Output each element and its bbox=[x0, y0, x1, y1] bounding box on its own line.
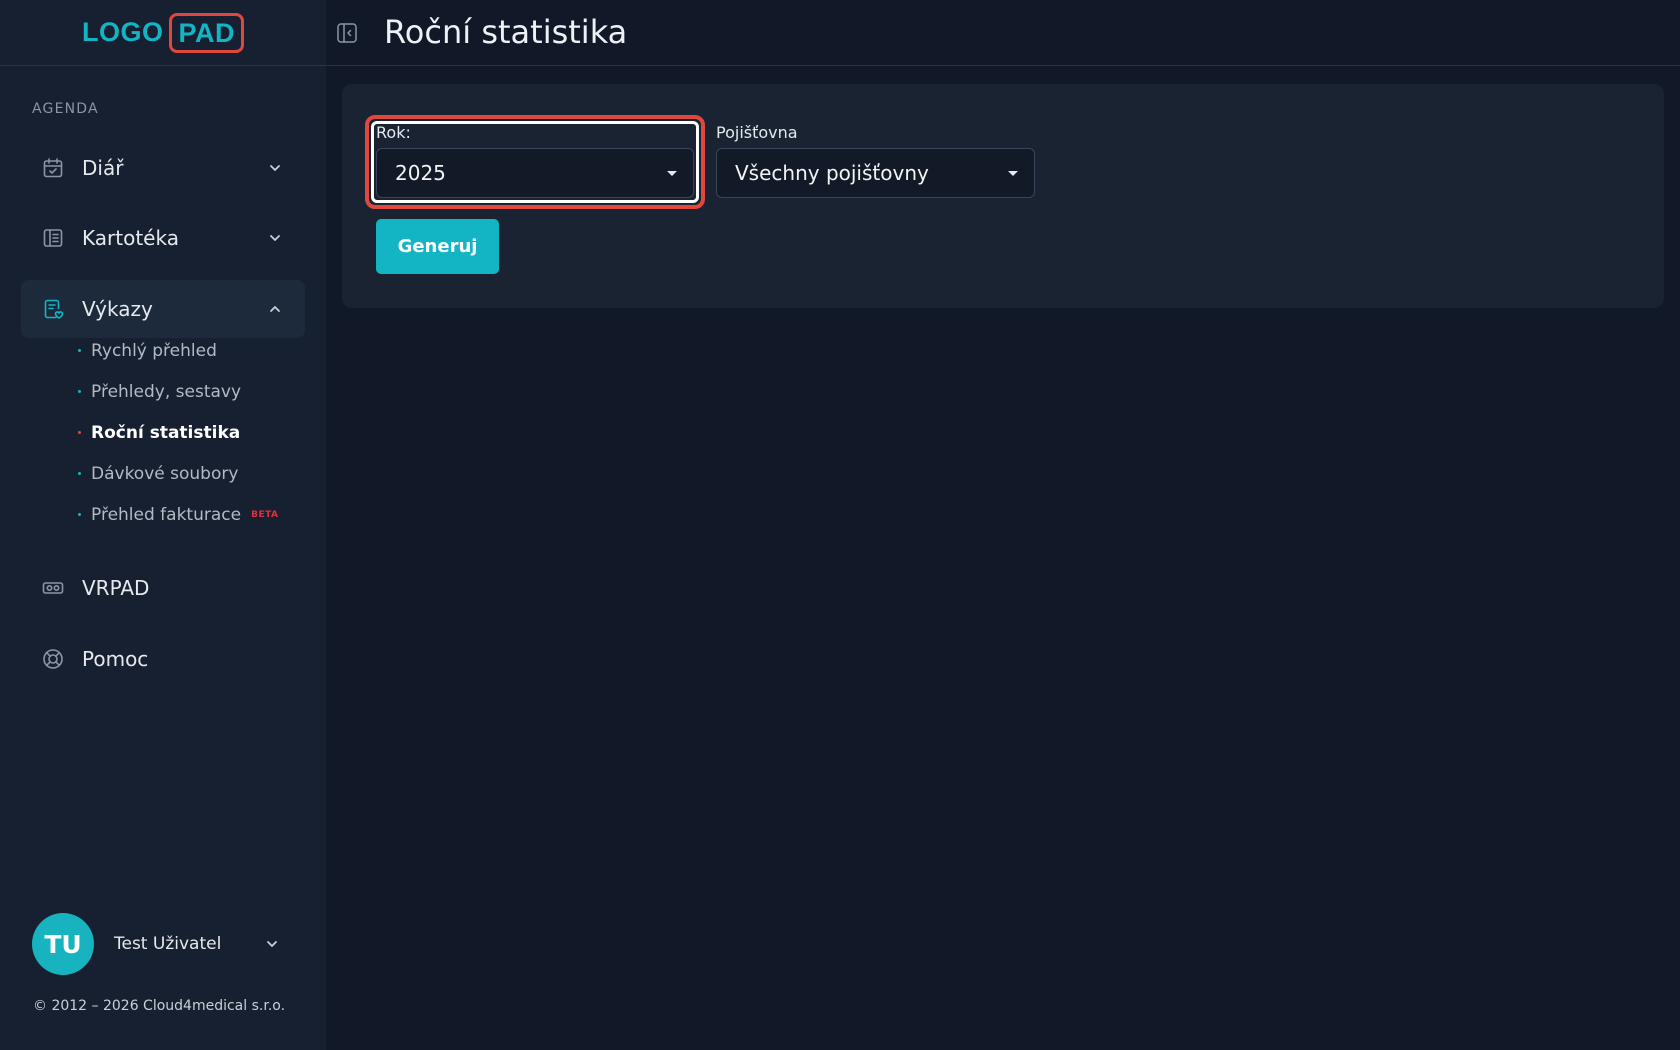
bullet-dot-icon bbox=[78, 390, 81, 393]
bullet-dot-icon bbox=[78, 431, 81, 434]
sidebar-item-label: VRPAD bbox=[82, 576, 150, 600]
chevron-up-icon bbox=[267, 301, 283, 317]
card-file-icon bbox=[41, 226, 65, 250]
page-header: Roční statistika bbox=[326, 0, 1680, 66]
submenu-item-label: Přehled fakturace bbox=[91, 504, 242, 525]
submenu-item-rychly-prehled[interactable]: Rychlý přehled bbox=[78, 330, 279, 371]
submenu-item-davkove-soubory[interactable]: Dávkové soubory bbox=[78, 453, 279, 494]
sidebar-item-label: Diář bbox=[82, 156, 124, 180]
avatar: TU bbox=[32, 913, 94, 975]
insurer-label: Pojišťovna bbox=[716, 123, 798, 142]
submenu-item-rocni-statistika[interactable]: Roční statistika bbox=[78, 412, 279, 453]
sidebar-item-pomoc[interactable]: Pomoc bbox=[21, 630, 305, 688]
year-select-value: 2025 bbox=[395, 161, 446, 185]
report-heart-icon bbox=[41, 297, 65, 321]
lifebuoy-icon bbox=[41, 647, 65, 671]
bullet-dot-icon bbox=[78, 472, 81, 475]
insurer-select[interactable]: Všechny pojišťovny bbox=[716, 148, 1035, 198]
submenu-vykazy: Rychlý přehled Přehledy, sestavy Roční s… bbox=[78, 341, 279, 535]
page-title: Roční statistika bbox=[384, 13, 628, 51]
sidebar-item-diar[interactable]: Diář bbox=[21, 139, 305, 197]
submenu-item-label: Roční statistika bbox=[91, 422, 241, 443]
logo-bar: LOGO PAD bbox=[0, 0, 326, 66]
submenu-item-prehled-fakturace[interactable]: Přehled fakturace BETA bbox=[78, 494, 279, 535]
user-name: Test Uživatel bbox=[114, 934, 222, 954]
sidebar-item-label: Kartotéka bbox=[82, 226, 179, 250]
chevron-down-icon bbox=[267, 160, 283, 176]
sidebar: LOGO PAD AGENDA Diář Kartotéka Výkazy Ry… bbox=[0, 0, 326, 1050]
logo-text-right: PAD bbox=[169, 12, 244, 53]
sidebar-item-label: Výkazy bbox=[82, 297, 153, 321]
submenu-item-prehledy-sestavy[interactable]: Přehledy, sestavy bbox=[78, 371, 279, 412]
sidebar-item-kartoteka[interactable]: Kartotéka bbox=[21, 209, 305, 267]
section-label-agenda: AGENDA bbox=[32, 101, 99, 117]
app-root: LOGO PAD AGENDA Diář Kartotéka Výkazy Ry… bbox=[0, 0, 1680, 1050]
vr-headset-icon bbox=[41, 576, 65, 600]
bullet-dot-icon bbox=[78, 349, 81, 352]
sidebar-item-label: Pomoc bbox=[82, 647, 149, 671]
beta-badge: BETA bbox=[251, 509, 279, 520]
submenu-item-label: Dávkové soubory bbox=[91, 463, 239, 484]
chevron-down-icon bbox=[264, 936, 280, 952]
caret-down-icon bbox=[1008, 171, 1018, 176]
sidebar-item-vrpad[interactable]: VRPAD bbox=[21, 559, 305, 617]
calendar-check-icon bbox=[41, 156, 65, 180]
year-select[interactable]: 2025 bbox=[376, 148, 694, 198]
user-menu[interactable]: TU Test Uživatel bbox=[32, 913, 292, 975]
submenu-item-label: Rychlý přehled bbox=[91, 340, 217, 361]
copyright-text: © 2012 – 2026 Cloud4medical s.r.o. bbox=[33, 998, 286, 1014]
sidebar-collapse-icon[interactable] bbox=[336, 22, 358, 44]
caret-down-icon bbox=[667, 171, 677, 176]
submenu-item-label: Přehledy, sestavy bbox=[91, 381, 242, 402]
chevron-down-icon bbox=[267, 230, 283, 246]
logo[interactable]: LOGO PAD bbox=[81, 12, 244, 53]
insurer-select-value: Všechny pojišťovny bbox=[735, 161, 929, 185]
generate-button[interactable]: Generuj bbox=[376, 219, 499, 274]
logo-text-left: LOGO bbox=[81, 17, 164, 47]
bullet-dot-icon bbox=[78, 513, 81, 516]
year-label: Rok: bbox=[376, 123, 411, 142]
